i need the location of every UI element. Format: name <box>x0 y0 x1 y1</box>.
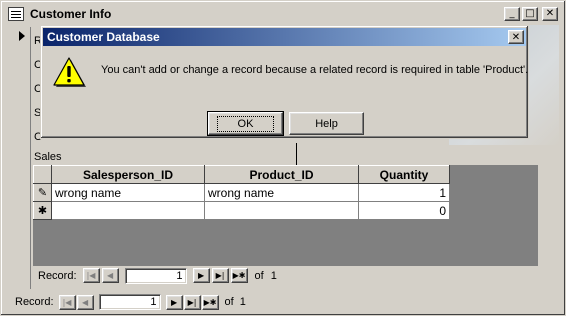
form-divider-line <box>296 143 297 165</box>
last-record-icon[interactable]: ▶| <box>211 268 229 283</box>
subform-record-label: Record: <box>38 269 77 282</box>
main-of-label: of <box>224 296 234 308</box>
cell-quantity[interactable]: 0 <box>358 201 450 220</box>
cell-product-id[interactable]: wrong name <box>204 183 359 202</box>
subform-record-total: 1 <box>270 269 277 282</box>
new-record-icon[interactable]: ▶✱ <box>230 268 248 283</box>
column-header-quantity[interactable]: Quantity <box>358 165 450 184</box>
window-title: Customer Info <box>30 7 112 21</box>
close-button[interactable]: ✕ <box>542 7 558 21</box>
dialog-close-button[interactable]: ✕ <box>508 30 524 44</box>
next-record-icon[interactable]: ▶ <box>192 268 210 283</box>
current-record-arrow-icon <box>19 31 25 41</box>
help-button-label: Help <box>315 117 338 130</box>
dialog-titlebar[interactable]: Customer Database ✕ <box>43 28 526 46</box>
cell-salesperson-id[interactable] <box>51 201 205 220</box>
subform-record-navigator: Record: |◀ ◀ 1 ▶ ▶| ▶✱ of 1 <box>33 266 538 285</box>
ok-button-label: OK <box>216 115 275 132</box>
error-dialog: Customer Database ✕ You can't add or cha… <box>40 25 529 139</box>
select-all-corner[interactable] <box>33 165 52 184</box>
main-record-label: Record: <box>15 296 54 308</box>
previous-record-icon[interactable]: ◀ <box>76 294 94 310</box>
last-record-icon[interactable]: ▶| <box>183 294 201 310</box>
form-app-icon[interactable] <box>8 7 24 21</box>
cell-salesperson-id[interactable]: wrong name <box>51 183 205 202</box>
sales-datasheet: Salesperson_ID Product_ID Quantity ✎ wro… <box>33 165 450 220</box>
column-header-product-id[interactable]: Product_ID <box>204 165 359 184</box>
main-record-navigator: Record: |◀ ◀ 1 ▶ ▶| ▶✱ of 1 <box>15 293 555 311</box>
pencil-edit-icon[interactable]: ✎ <box>33 183 52 202</box>
sales-subform: Salesperson_ID Product_ID Quantity ✎ wro… <box>33 165 538 285</box>
first-record-icon[interactable]: |◀ <box>58 294 76 310</box>
warning-icon <box>53 57 86 87</box>
record-selector-bar[interactable] <box>15 27 31 289</box>
cell-quantity[interactable]: 1 <box>358 183 450 202</box>
table-row: ✎ wrong name wrong name 1 <box>33 183 450 202</box>
ok-button[interactable]: OK <box>207 111 284 136</box>
dialog-title: Customer Database <box>47 30 160 44</box>
sales-subform-label: Sales <box>34 151 62 163</box>
next-record-icon[interactable]: ▶ <box>165 294 183 310</box>
maximize-button[interactable]: □ <box>522 7 538 21</box>
main-titlebar[interactable]: Customer Info _ □ ✕ <box>4 4 562 24</box>
subform-of-label: of <box>254 269 264 282</box>
main-record-total: 1 <box>239 296 246 308</box>
subform-record-number-input[interactable]: 1 <box>124 267 187 284</box>
cell-product-id[interactable] <box>204 201 359 220</box>
help-button[interactable]: Help <box>289 112 364 135</box>
new-record-star-icon[interactable]: ✱ <box>33 201 52 220</box>
table-row: ✱ 0 <box>33 201 450 220</box>
new-record-icon[interactable]: ▶✱ <box>201 294 219 310</box>
previous-record-icon[interactable]: ◀ <box>101 268 119 283</box>
main-record-number-input[interactable]: 1 <box>98 294 161 310</box>
first-record-icon[interactable]: |◀ <box>82 268 100 283</box>
column-header-salesperson-id[interactable]: Salesperson_ID <box>51 165 205 184</box>
dialog-message: You can't add or change a record because… <box>101 64 529 76</box>
minimize-button[interactable]: _ <box>504 7 520 21</box>
